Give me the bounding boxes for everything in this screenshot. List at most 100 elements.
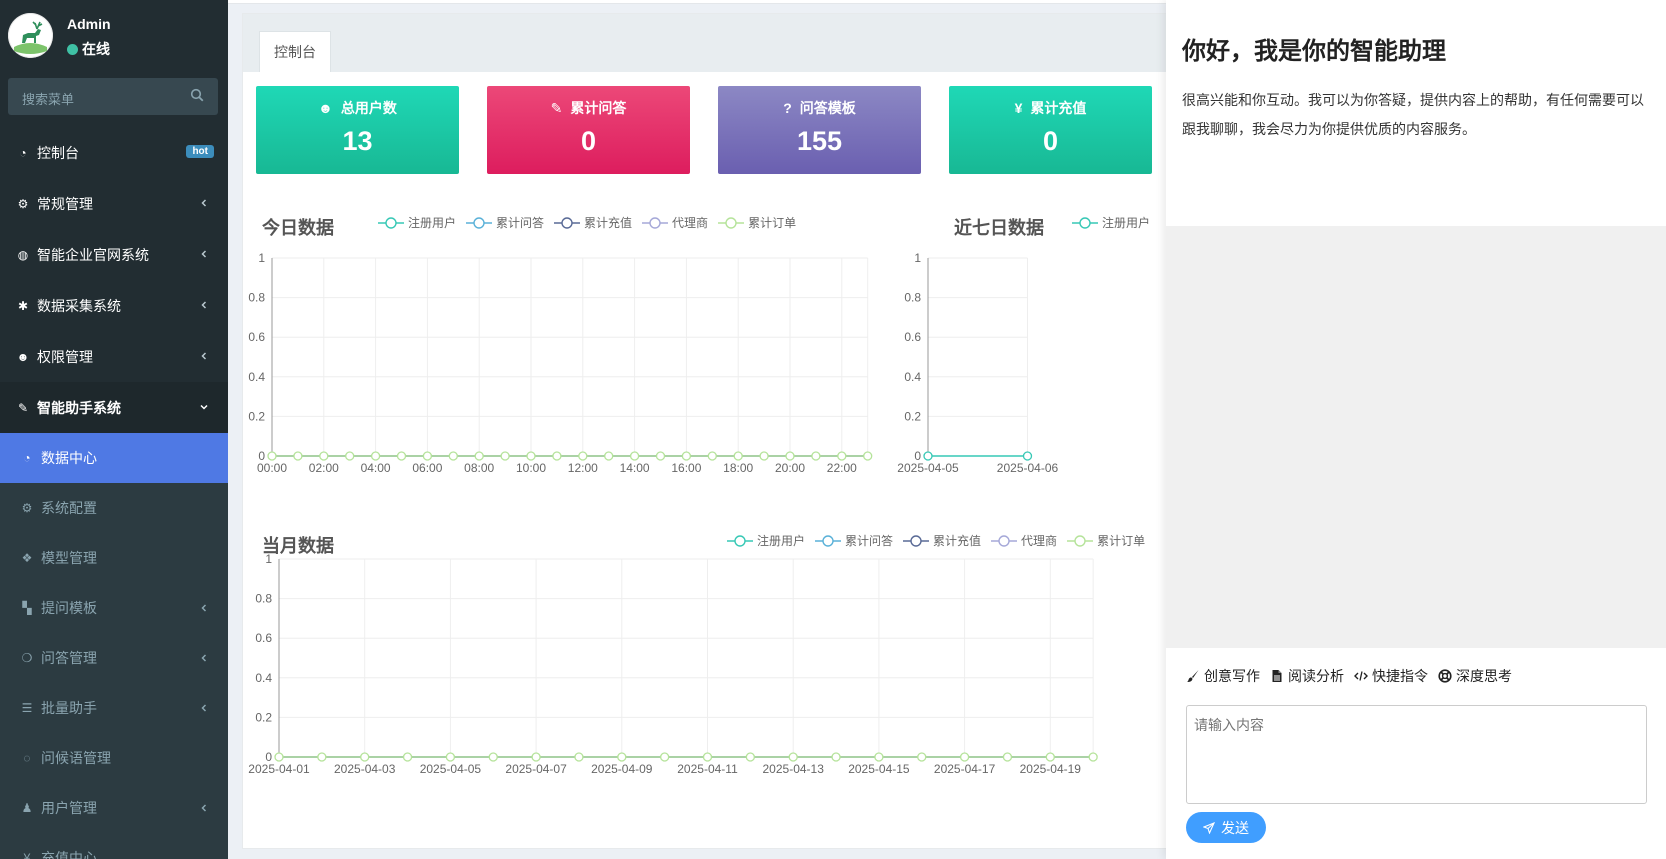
x-tick-label: 14:00 [620, 461, 650, 475]
data-point [574, 752, 584, 762]
data-point [831, 752, 841, 762]
data-point [811, 451, 821, 461]
y-tick-label: 0.6 [904, 330, 921, 344]
data-point [1022, 451, 1033, 461]
data-point [360, 752, 370, 762]
quick-action-deep-think[interactable]: 深度思考 [1438, 666, 1512, 686]
x-tick-label: 16:00 [671, 461, 701, 475]
data-point [402, 752, 413, 762]
quick-action-commands[interactable]: 快捷指令 [1354, 666, 1428, 686]
data-point [474, 451, 484, 461]
send-button[interactable]: 发送 [1186, 812, 1266, 843]
data-point [445, 752, 456, 762]
assistant-header: 你好，我是你的智能助理 很高兴能和你互动。我可以为你答疑，提供内容上的帮助，有任… [1166, 0, 1666, 226]
quick-action-reading[interactable]: 阅读分析 [1270, 666, 1344, 686]
x-tick-label: 2025-04-13 [763, 762, 825, 776]
quick-action-label: 创意写作 [1204, 668, 1260, 684]
x-tick-label: 2025-04-01 [248, 762, 310, 776]
send-icon [1203, 821, 1215, 834]
x-tick-label: 10:00 [516, 461, 546, 475]
data-point [917, 752, 927, 762]
x-tick-label: 04:00 [361, 461, 391, 475]
data-point [1088, 752, 1098, 762]
file-icon [1272, 670, 1282, 682]
data-point [863, 451, 873, 461]
quick-action-label: 阅读分析 [1288, 668, 1344, 684]
data-point [552, 451, 562, 461]
data-point [681, 451, 692, 461]
x-tick-label: 06:00 [412, 461, 442, 475]
data-point [759, 451, 769, 461]
x-tick-label: 2025-04-07 [505, 762, 567, 776]
x-tick-label: 2025-04-17 [934, 762, 996, 776]
x-tick-label: 08:00 [464, 461, 494, 475]
x-tick-label: 18:00 [723, 461, 753, 475]
x-tick-label: 20:00 [775, 461, 805, 475]
x-tick-label: 2025-04-09 [591, 762, 653, 776]
assistant-panel: 你好，我是你的智能助理 很高兴能和你互动。我可以为你答疑，提供内容上的帮助，有任… [1166, 0, 1666, 859]
x-tick-label: 2025-04-15 [848, 762, 910, 776]
data-point [617, 752, 627, 762]
data-point [1045, 752, 1055, 762]
data-point [274, 752, 284, 762]
x-tick-label: 12:00 [568, 461, 598, 475]
quick-action-label: 快捷指令 [1372, 668, 1428, 684]
data-point [317, 752, 327, 762]
data-point [319, 451, 329, 461]
data-point [655, 451, 666, 461]
data-point [396, 451, 407, 461]
x-tick-label: 2025-04-11 [677, 762, 738, 776]
send-label: 发送 [1221, 819, 1249, 836]
x-tick-label: 2025-04-05 [897, 461, 959, 475]
data-point [370, 451, 381, 461]
y-tick-label: 0.6 [248, 330, 265, 344]
data-point [267, 451, 277, 461]
x-tick-label: 2025-04-19 [1020, 762, 1082, 776]
y-tick-label: 0.2 [904, 409, 921, 423]
data-point [345, 451, 355, 461]
quick-action-label: 深度思考 [1456, 668, 1512, 684]
assistant-composer: 创意写作 阅读分析 快捷指令 深度思考 发送 [1166, 648, 1666, 859]
x-tick-label: 00:00 [257, 461, 287, 475]
data-point [874, 752, 884, 762]
data-point [745, 752, 755, 762]
data-point [500, 451, 510, 461]
data-point [959, 752, 970, 762]
data-point [488, 752, 498, 762]
y-tick-label: 1 [258, 251, 265, 265]
data-point [733, 451, 743, 461]
data-point [785, 451, 795, 461]
data-point [660, 752, 670, 762]
data-point [923, 451, 933, 461]
y-tick-label: 0.4 [904, 370, 921, 384]
quick-actions: 创意写作 阅读分析 快捷指令 深度思考 [1186, 666, 1512, 686]
y-tick-label: 0.8 [904, 291, 921, 305]
quick-action-writing[interactable]: 创意写作 [1186, 666, 1260, 686]
data-point [1002, 752, 1013, 762]
brush-icon [1187, 670, 1199, 683]
y-tick-label: 0.6 [255, 631, 272, 645]
assistant-intro: 很高兴能和你互动。我可以为你答疑，提供内容上的帮助，有任何需要可以跟我聊聊，我会… [1182, 92, 1644, 137]
data-point [702, 752, 713, 762]
data-point [526, 451, 536, 461]
y-tick-label: 1 [914, 251, 921, 265]
data-point [422, 451, 433, 461]
data-point [837, 451, 847, 461]
y-tick-label: 0.8 [248, 291, 265, 305]
data-point [293, 451, 303, 461]
data-point [788, 752, 798, 762]
data-point [629, 451, 640, 461]
data-point [448, 451, 458, 461]
data-point [707, 451, 717, 461]
y-tick-label: 0.4 [255, 671, 272, 685]
y-tick-label: 0.8 [255, 592, 272, 606]
y-tick-label: 1 [265, 552, 272, 566]
x-tick-label: 2025-04-05 [420, 762, 482, 776]
y-tick-label: 0.2 [255, 710, 272, 724]
data-point [578, 451, 588, 461]
y-tick-label: 0.2 [248, 409, 265, 423]
x-tick-label: 2025-04-03 [334, 762, 396, 776]
data-point [531, 752, 541, 762]
lifebuoy-icon [1438, 669, 1452, 683]
chat-input[interactable] [1186, 705, 1647, 804]
